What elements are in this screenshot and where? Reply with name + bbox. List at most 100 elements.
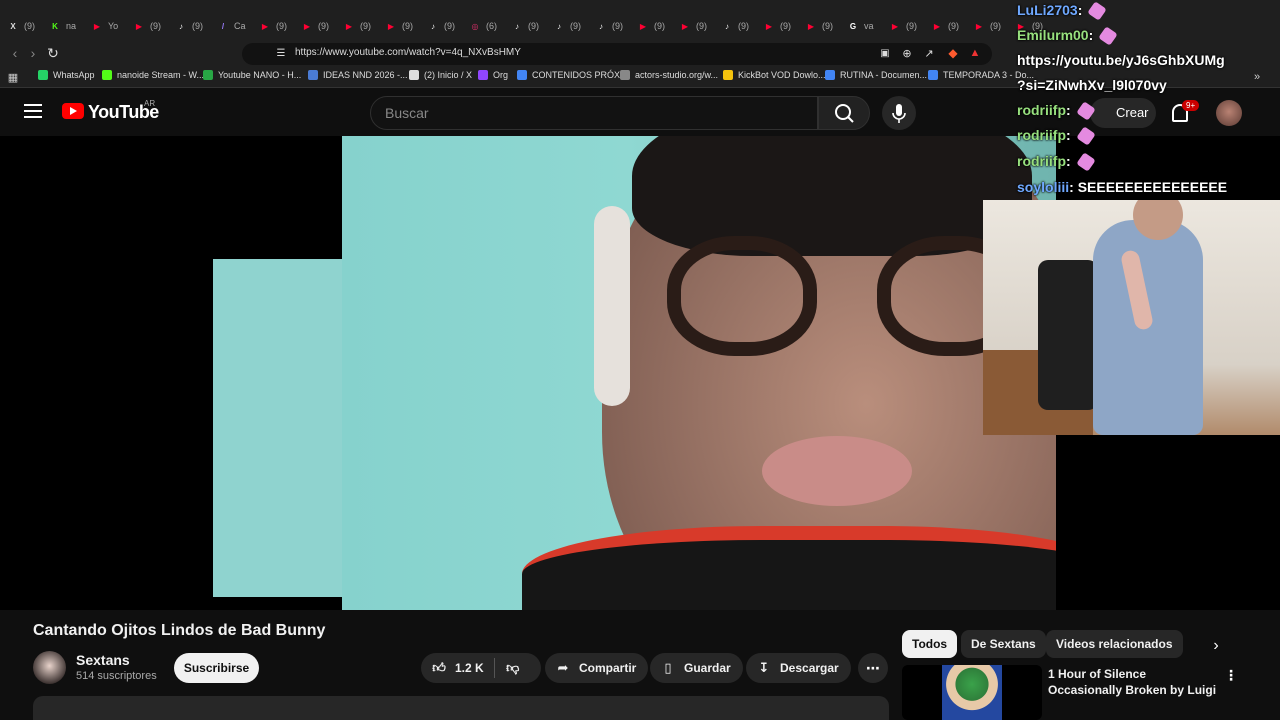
bookmark-item[interactable]: RUTINA - Documen... <box>825 70 927 80</box>
headphone-shape <box>594 206 630 406</box>
back-icon[interactable]: ‹ <box>6 44 24 62</box>
more-actions-icon[interactable]: ⋯ <box>858 653 888 683</box>
youtube-icon: ▶ <box>933 21 941 31</box>
reload-icon[interactable]: ↻ <box>44 44 62 62</box>
browser-tab[interactable]: ♪ (9) <box>554 16 581 36</box>
browser-tab[interactable]: ♪ (9) <box>176 16 203 36</box>
browser-tab[interactable]: X (9) <box>8 16 35 36</box>
tiktok-icon: ♪ <box>599 21 603 31</box>
recommendation-title[interactable]: 1 Hour of Silence Occasionally Broken by… <box>1048 666 1218 698</box>
youtube-icon: ▶ <box>135 21 143 31</box>
browser-tab[interactable]: ▶ (9) <box>638 16 665 36</box>
bookmark-item[interactable]: CONTENIDOS PRÓX... <box>517 70 628 80</box>
rewards-icon[interactable]: ▲ <box>966 44 984 62</box>
tab-label: (9) <box>150 21 161 31</box>
video-title: Cantando Ojitos Lindos de Bad Bunny <box>33 622 326 639</box>
bookmark-item[interactable]: Youtube NANO - H... <box>203 70 301 80</box>
bookmark-favicon-icon <box>38 70 48 80</box>
thumbs-down-icon[interactable]: 👎︎ <box>505 660 521 676</box>
chip-all[interactable]: Todos <box>902 630 958 658</box>
chip-from-channel[interactable]: De Sextans <box>961 630 1046 658</box>
like-count[interactable]: 1.2 K <box>455 661 484 675</box>
browser-tab[interactable]: ▶ (9) <box>806 16 833 36</box>
search-input[interactable]: Buscar <box>370 96 818 130</box>
browser-tab[interactable]: Gva <box>848 16 874 36</box>
instagram-icon: ◎ <box>471 21 479 31</box>
chip-related[interactable]: Videos relacionados <box>1046 630 1183 658</box>
voice-search-button[interactable] <box>882 96 916 130</box>
browser-tab[interactable]: ◎ (6) <box>470 16 498 36</box>
zoom-icon[interactable]: ⊕ <box>898 44 916 62</box>
browser-tab[interactable]: ▶ (9) <box>764 16 791 36</box>
browser-tab[interactable]: ▶ (9) <box>974 16 1001 36</box>
tab-label: (9) <box>906 21 917 31</box>
share-button[interactable]: ➦ Compartir <box>545 653 649 683</box>
browser-tab[interactable]: ▶ (9) <box>302 16 329 36</box>
bookmark-item[interactable]: WhatsApp <box>38 70 95 80</box>
more-bookmarks-icon[interactable]: » <box>1248 68 1266 86</box>
screen: X (9) Kna ▶ Yo ▶ (9) ♪ (9) / Ca ▶ (9) ▶ (9) ▶ (9) ▶ (9) ♪ (9… <box>0 0 1280 720</box>
chat-username: rodriifp <box>1017 102 1066 118</box>
channel-name[interactable]: Sextans <box>76 652 130 668</box>
recommendation-menu-icon[interactable]: ⋮ <box>1224 666 1238 684</box>
menu-icon[interactable] <box>24 104 42 118</box>
save-label: Guardar <box>684 661 731 675</box>
subscribe-button[interactable]: Suscribirse <box>174 653 259 683</box>
bookmark-favicon-icon <box>620 70 630 80</box>
emote-icon <box>1075 152 1096 173</box>
bookmark-favicon-icon <box>517 70 527 80</box>
browser-tab[interactable]: ▶ (9) <box>932 16 959 36</box>
browser-tab[interactable]: Kna <box>50 16 76 36</box>
browser-tab[interactable]: ♪ (9) <box>722 16 749 36</box>
browser-tab[interactable]: ▶ (9) <box>260 16 287 36</box>
channel-avatar[interactable] <box>33 651 66 684</box>
bookmark-item[interactable]: Org <box>478 70 508 80</box>
browser-tab[interactable]: ▶ (9) <box>890 16 917 36</box>
youtube-icon: ▶ <box>93 21 101 31</box>
browser-tab[interactable]: ▶ Yo <box>92 16 118 36</box>
tab-label: (6) <box>486 21 497 31</box>
bookmark-item[interactable]: actors-studio.org/w... <box>620 70 718 80</box>
chat-colon: : <box>1066 127 1075 143</box>
bookmark-item[interactable]: KickBot VOD Dowlo... <box>723 70 826 80</box>
brave-shield-icon[interactable]: ◆ <box>944 44 962 62</box>
chat-username: rodriifp <box>1017 127 1066 143</box>
video-frame[interactable] <box>342 136 1056 610</box>
account-avatar[interactable] <box>1216 100 1242 126</box>
emote-icon <box>1075 101 1096 122</box>
site-info-icon[interactable]: ☰ <box>272 44 290 62</box>
thumbs-up-icon[interactable]: 👍︎ <box>431 660 447 676</box>
cast-icon[interactable]: ▣ <box>876 44 894 62</box>
browser-tab[interactable]: ♪ (9) <box>512 16 539 36</box>
download-button[interactable]: ↧ Descargar <box>746 653 851 683</box>
browser-tab[interactable]: ▶ (9) <box>344 16 371 36</box>
chat-message: ?si=ZiNwhXv_l9l070vy <box>1017 77 1167 93</box>
share-page-icon[interactable]: ↗ <box>920 44 938 62</box>
browser-tab[interactable]: ♪ (9) <box>596 16 623 36</box>
browser-tab[interactable]: / Ca <box>218 16 246 36</box>
forward-icon[interactable]: › <box>24 44 42 62</box>
bookmark-item[interactable]: nanoide Stream - W... <box>102 70 204 80</box>
tab-label: (9) <box>612 21 623 31</box>
tiktok-icon: ♪ <box>515 21 519 31</box>
tab-label: (9) <box>402 21 413 31</box>
bookmark-item[interactable]: IDEAS NND 2026 -... <box>308 70 408 80</box>
save-button[interactable]: ▯ Guardar <box>650 653 743 683</box>
apps-grid-icon[interactable]: ▦ <box>4 68 22 86</box>
create-button[interactable]: Crear <box>1090 98 1156 128</box>
chevron-right-icon[interactable]: › <box>1206 636 1226 656</box>
description-box[interactable] <box>33 696 889 720</box>
search-button[interactable] <box>818 96 870 130</box>
recommendation-thumbnail[interactable] <box>902 665 1042 720</box>
tab-label: (9) <box>738 21 749 31</box>
chat-colon: : <box>1066 153 1075 169</box>
url-text[interactable]: https://www.youtube.com/watch?v=4q_NXvBs… <box>295 47 521 58</box>
browser-tab[interactable]: ▶ (9) <box>386 16 413 36</box>
browser-tab[interactable]: ▶ (9) <box>680 16 707 36</box>
browser-tab[interactable]: ♪ (9) <box>428 16 455 36</box>
browser-tab[interactable]: ▶ (9) <box>134 16 161 36</box>
tab-label: (9) <box>24 21 35 31</box>
bookmark-item[interactable]: (2) Inicio / X <box>409 70 472 80</box>
youtube-logo-icon[interactable] <box>62 103 84 119</box>
youtube-icon: ▶ <box>261 21 269 31</box>
